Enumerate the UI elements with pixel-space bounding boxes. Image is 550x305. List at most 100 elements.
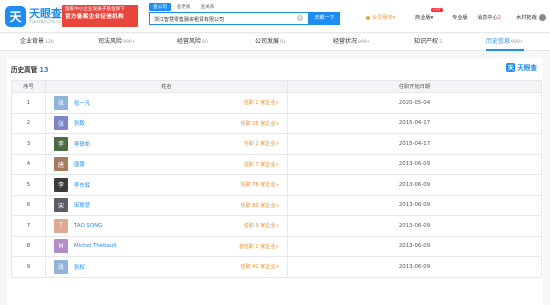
avatar[interactable]: 张 [54,259,68,274]
person-name-link[interactable]: 李东辉 [74,181,90,189]
logo-name: 天眼查 [29,6,62,20]
row-start-date: 2015-04-17 [287,112,542,134]
row-start-date: 2013-06-09 [287,174,542,196]
person-name-link[interactable]: 宋聪慧 [74,201,90,209]
row-person-cell: M Michel Thebault 曾任职 1 家企业> [45,235,288,257]
chevron-right-icon: > [275,162,279,168]
row-index: 1 [11,92,46,114]
row-person-cell: 张张一凡 任职 1 家企业> [45,92,288,114]
avatar[interactable]: 李 [54,177,68,192]
section-title: 历史高管 13 [11,64,49,74]
person-roles-link[interactable]: 任职 7 家企业> [244,161,279,168]
clear-search-icon[interactable]: × [297,15,303,21]
person-name-link[interactable]: 张一凡 [74,99,90,107]
person-roles-text: 任职 76 家企业 [240,182,276,189]
section-count: 13 [39,66,49,74]
avatar[interactable]: 宋 [54,198,68,213]
person-name-link[interactable]: TAO SONG [74,223,102,229]
tab-label: 历史信息 [486,38,511,45]
person-roles-text: 任职 25 家企业 [240,120,276,127]
person-roles-link[interactable]: 任职 2 家企业> [244,140,279,147]
table-row: 8 M Michel Thebault 曾任职 1 家企业> 2013-06-09 [11,235,542,257]
row-person-cell: 宋宋聪慧 任职 80 家企业> [45,194,288,216]
tab-label: 经营风险 [177,38,202,45]
tab-history-info[interactable]: 历史信息999+ [486,34,524,51]
person-roles-link[interactable]: 任职 3 家企业> [244,222,279,229]
tab-enterprise-background[interactable]: 企业背景120 [20,34,54,51]
avatar[interactable]: M [54,239,68,254]
history-executives-table: 序号 姓名 任职开始日期 1 张张一凡 任职 1 家企业> 2020-05-04 2 张张… [11,80,542,278]
nav-message-center[interactable]: 消息中心 2 [477,14,502,22]
nav-user-menu[interactable]: 木村拓哉 [516,14,546,21]
table-row: 9 张张权 任职 41 家企业> 2013-06-09 [11,256,542,278]
person-name-link[interactable]: 张权 [74,263,85,271]
person-roles-link[interactable]: 任职 76 家企业> [241,181,279,188]
person-name-link[interactable]: Michel Thebault [74,243,117,249]
row-index: 5 [11,174,46,196]
tab-count: 120 [45,40,54,45]
avatar[interactable]: 张 [54,95,68,110]
avatar[interactable]: T [54,218,68,233]
row-start-date: 2020-05-04 [287,92,542,114]
row-person-cell: 李李东辉 任职 76 家企业> [45,174,288,196]
chevron-down-icon: ▾ [430,14,434,21]
tab-label: 企业背景 [20,38,45,45]
tab-count: 91 [280,40,286,45]
table-row: 5 李李东辉 任职 76 家企业> 2013-06-09 [11,174,542,196]
search-tab-company[interactable]: 查公司 [149,3,171,11]
person-name-link[interactable]: 唐蕾 [74,160,85,168]
column-header-name: 姓名 [45,80,288,93]
person-roles-link[interactable]: 任职 1 家企业> [244,99,279,106]
search-type-tabs: 查公司 查老板 查关系 [149,3,218,11]
chevron-right-icon: > [275,101,279,107]
search-tab-relation[interactable]: 查关系 [197,3,219,11]
hot-badge: HOT [431,8,443,12]
chevron-right-icon: > [275,142,279,148]
person-name-link[interactable]: 张毅 [74,119,85,127]
tab-operation-status[interactable]: 经营状况999+ [333,34,371,51]
nav-pro-edition[interactable]: 专业版 [452,14,468,21]
avatar[interactable]: 唐 [54,157,68,172]
table-header-row: 序号 姓名 任职开始日期 [11,80,542,93]
chevron-down-icon: ▾ [392,14,396,21]
row-start-date: 2013-06-09 [287,153,542,175]
tab-company-development[interactable]: 公司发展91 [255,34,286,51]
tab-operation-risk[interactable]: 经营风险80 [177,34,208,51]
section-title-text: 历史高管 [11,66,38,74]
row-person-cell: 唐唐蕾 任职 7 家企业> [45,153,288,175]
dimension-tabs: 企业背景120 司法风险999+ 经营风险80 公司发展91 经营状况999+ … [0,34,550,51]
person-roles-text: 任职 7 家企业 [243,161,276,168]
table-row: 1 张张一凡 任职 1 家企业> 2020-05-04 [11,92,542,114]
person-name-link[interactable]: 李轶凯 [74,140,90,148]
tab-intellectual-property[interactable]: 知识产权3 [414,34,442,51]
row-index: 9 [11,256,46,278]
gov-badge-line2: 官方备案企业征信机构 [65,14,124,20]
logo-mark-icon: 天 [506,62,516,72]
nav-business-edition[interactable]: 商业版 ▾ [415,14,434,22]
person-roles-link[interactable]: 任职 80 家企业> [241,202,279,209]
search-tab-boss[interactable]: 查老板 [173,3,195,11]
table-row: 6 宋宋聪慧 任职 80 家企业> 2013-06-09 [11,194,542,216]
vip-crown-icon [366,15,370,20]
nav-vip-service[interactable]: 会员服务 ▾ [366,14,395,21]
search-button[interactable]: 天眼一下 [309,12,340,25]
avatar[interactable]: 李 [54,136,68,151]
row-index: 8 [11,235,46,257]
person-roles-link[interactable]: 曾任职 1 家企业> [239,243,279,250]
person-roles-text: 曾任职 1 家企业 [238,243,276,250]
avatar[interactable]: 张 [54,116,68,131]
tab-judicial-risk[interactable]: 司法风险999+ [98,34,136,51]
top-header: 天 天眼查 TianYanCha.com 国家中小企业发展子基金旗下 官方备案企… [0,0,550,33]
logo-url: TianYanCha.com [29,19,67,25]
person-roles-text: 任职 41 家企业 [240,264,276,271]
person-roles-link[interactable]: 任职 41 家企业> [241,263,279,270]
person-roles-text: 任职 2 家企业 [243,141,276,148]
row-start-date: 2013-06-09 [287,194,542,216]
site-logo[interactable]: 天 天眼查 TianYanCha.com [5,6,66,27]
tab-count: 999+ [123,40,136,45]
search-input[interactable]: 浙江智慧零售融资租赁有限公司 [149,12,309,25]
tab-count: 999+ [358,40,371,45]
person-roles-link[interactable]: 任职 25 家企业> [241,120,279,127]
message-count-badge: 2 [497,14,502,21]
row-index: 7 [11,215,46,237]
